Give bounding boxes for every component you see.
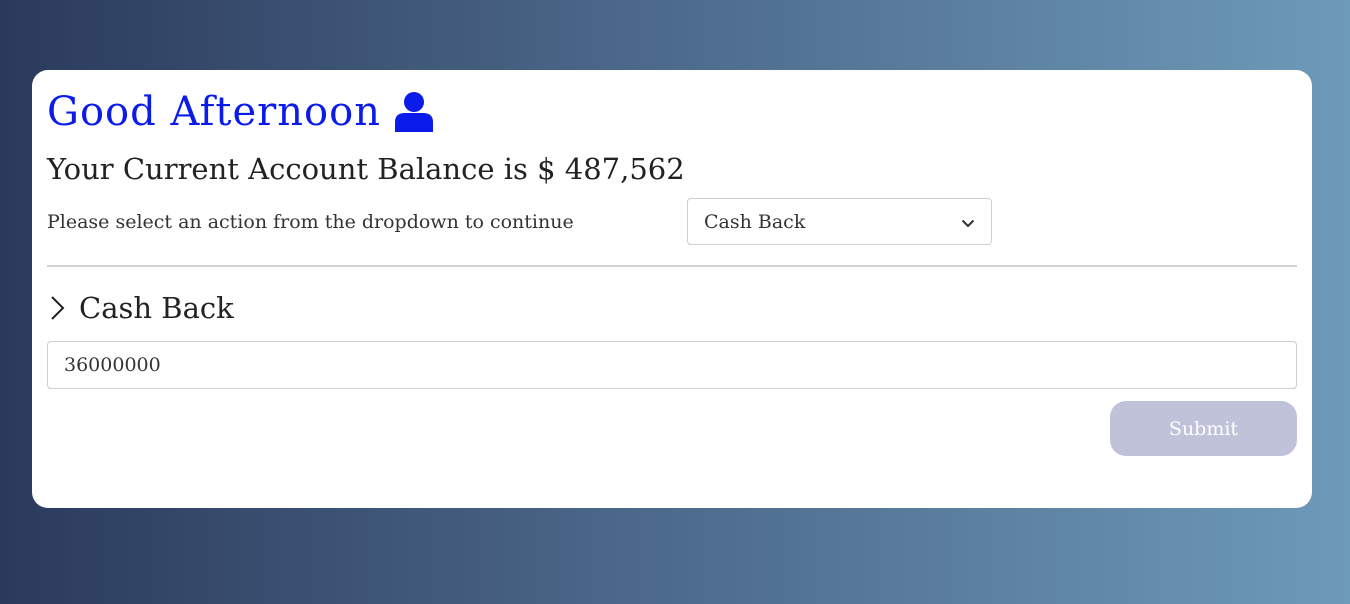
greeting-row: Good Afternoon — [47, 90, 1297, 134]
main-card: Good Afternoon Your Current Account Bala… — [32, 70, 1312, 508]
user-icon — [394, 92, 433, 132]
action-prompt: Please select an action from the dropdow… — [47, 210, 574, 233]
greeting-title: Good Afternoon — [47, 89, 381, 135]
action-dropdown[interactable]: Cash Back — [687, 198, 992, 245]
action-row: Please select an action from the dropdow… — [47, 198, 1297, 245]
section-title: Cash Back — [79, 291, 234, 325]
chevron-right-icon — [47, 295, 67, 321]
submit-row: Submit — [47, 401, 1297, 456]
section-header[interactable]: Cash Back — [47, 291, 1297, 325]
amount-input[interactable] — [47, 341, 1297, 389]
chevron-down-icon — [961, 211, 975, 233]
action-dropdown-value: Cash Back — [704, 210, 806, 233]
divider — [47, 265, 1297, 267]
submit-button[interactable]: Submit — [1110, 401, 1297, 456]
account-balance: Your Current Account Balance is $ 487,56… — [47, 152, 685, 186]
